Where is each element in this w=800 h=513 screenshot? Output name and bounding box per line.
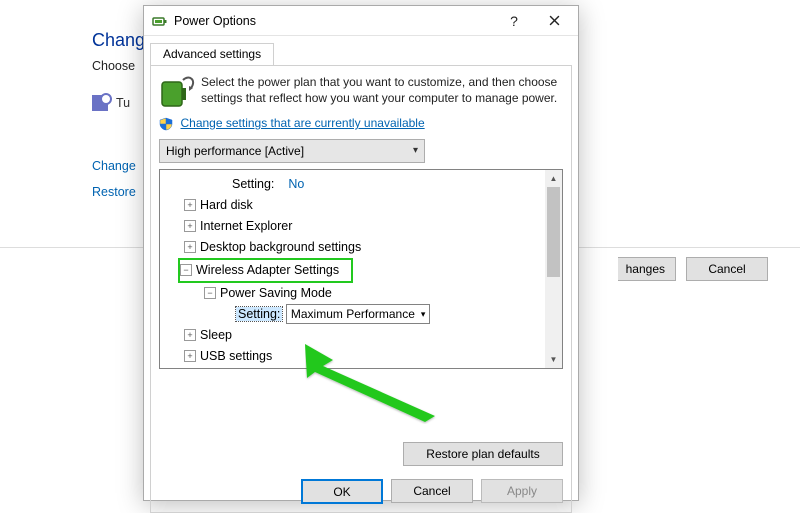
intro-text: Select the power plan that you want to c…: [201, 74, 563, 110]
restore-defaults-button[interactable]: Restore plan defaults: [403, 442, 563, 466]
cancel-button[interactable]: Cancel: [391, 479, 473, 503]
scroll-up-icon[interactable]: ▲: [545, 170, 562, 187]
tree-hard-disk[interactable]: +Hard disk: [162, 195, 560, 216]
dialog-title: Power Options: [174, 14, 494, 28]
shield-icon: [159, 117, 173, 131]
tab-advanced[interactable]: Advanced settings: [150, 43, 274, 66]
collapse-icon[interactable]: −: [180, 264, 192, 276]
tree-desktop[interactable]: +Desktop background settings: [162, 237, 560, 258]
expand-icon[interactable]: +: [184, 350, 196, 362]
monitor-icon: [92, 95, 108, 111]
battery-icon: [152, 13, 168, 29]
scrollbar[interactable]: ▲ ▼: [545, 170, 562, 368]
ok-button[interactable]: OK: [301, 479, 383, 504]
tree-usb[interactable]: +USB settings: [162, 346, 560, 367]
bg-save-button-partial[interactable]: hanges: [618, 257, 676, 281]
expand-icon[interactable]: +: [184, 199, 196, 211]
title-bar: Power Options ?: [144, 6, 578, 36]
value: No: [288, 177, 304, 191]
expand-icon[interactable]: +: [184, 329, 196, 341]
scroll-thumb[interactable]: [547, 187, 560, 277]
tree-sleep[interactable]: +Sleep: [162, 325, 560, 346]
tree-pbl[interactable]: +Power buttons and lid: [162, 367, 560, 369]
chevron-down-icon: ▾: [421, 304, 426, 325]
plan-selected-label: High performance [Active]: [166, 144, 304, 158]
tree-wireless[interactable]: −Wireless Adapter Settings: [178, 258, 353, 283]
bg-turn: Tu: [116, 96, 130, 110]
plan-select[interactable]: High performance [Active] ▾: [159, 139, 425, 163]
chevron-down-icon: ▾: [413, 145, 418, 156]
selected-label: Setting:: [236, 307, 282, 321]
psm-value-dropdown[interactable]: Maximum Performance▾: [286, 304, 431, 324]
label: Setting:: [232, 177, 274, 191]
tree-ie[interactable]: +Internet Explorer: [162, 216, 560, 237]
expand-icon[interactable]: +: [184, 220, 196, 232]
close-button[interactable]: [534, 6, 574, 36]
help-button[interactable]: ?: [494, 6, 534, 36]
admin-link[interactable]: Change settings that are currently unava…: [180, 116, 424, 130]
tree-psm[interactable]: −Power Saving Mode: [162, 283, 560, 304]
bg-cancel-button[interactable]: Cancel: [686, 257, 768, 281]
power-plan-icon: [159, 74, 195, 110]
tree-setting-first: Setting: No: [162, 174, 560, 195]
settings-tree[interactable]: Setting: No +Hard disk +Internet Explore…: [159, 169, 563, 369]
collapse-icon[interactable]: −: [204, 287, 216, 299]
tree-psm-setting[interactable]: Setting: Maximum Performance▾: [162, 304, 560, 325]
scroll-down-icon[interactable]: ▼: [545, 351, 562, 368]
power-options-dialog: Power Options ? Advanced settings Select…: [143, 5, 579, 501]
expand-icon[interactable]: +: [184, 241, 196, 253]
apply-button: Apply: [481, 479, 563, 503]
